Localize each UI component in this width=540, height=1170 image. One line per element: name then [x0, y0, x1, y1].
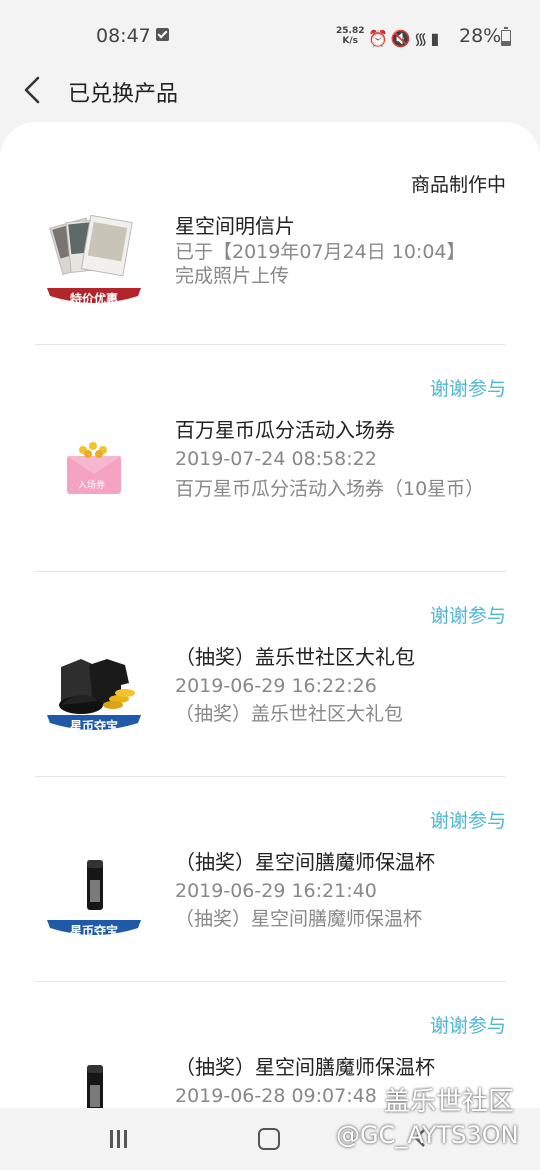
item-title: （抽奖）盖乐世社区大礼包 [175, 645, 415, 669]
item-date: 2019-07-24 08:58:22 [175, 448, 377, 470]
network-speed: 25.82 K/s [336, 26, 365, 46]
item-title: 百万星币瓜分活动入场券 [175, 418, 395, 442]
item-title: 星空间明信片 [175, 214, 295, 238]
alarm-icon: ⏰ [368, 29, 391, 48]
item-date: 2019-06-29 16:22:26 [175, 675, 377, 697]
app-header: 已兑换产品 [0, 60, 540, 120]
item-status: 商品制作中 [410, 174, 506, 196]
item-description: 完成照片上传 [175, 265, 290, 287]
badge-label: 星币夺宝 [69, 924, 118, 938]
ticket-thumbnail: 入场券 [43, 428, 145, 530]
item-date: 已于【2019年07月24日 10:04】 [175, 241, 466, 263]
battery-icon [501, 27, 511, 46]
notification-check-icon [156, 28, 169, 41]
item-date: 2019-06-29 16:21:40 [175, 880, 377, 902]
item-description: （抽奖）盖乐世社区大礼包 [175, 703, 404, 725]
item-status: 谢谢参与 [429, 605, 506, 627]
list-item[interactable]: 商品制作中 特价优惠 星空间明信片 已于【2019年07月24日 10:04】 … [35, 122, 506, 345]
postcard-thumbnail: 特价优惠 [43, 210, 145, 312]
item-description: （抽奖）星空间膳魔师保温杯 [175, 908, 423, 930]
list-item[interactable]: 谢谢参与 入场券 百万星币瓜分活动入场券 2019-07-24 08:58:22… [35, 344, 506, 572]
status-time: 08:47 [96, 25, 151, 47]
item-title: （抽奖）星空间膳魔师保温杯 [175, 1055, 435, 1079]
list-item[interactable]: 谢谢参与 星币夺宝 （抽奖）星空间膳魔师保温杯 2019-06-29 16:21… [35, 776, 506, 982]
list-item[interactable]: 谢谢参与 星币夺宝 （抽奖）盖乐世社区大礼包 2019-06-29 16:22:… [35, 571, 506, 777]
back-button[interactable] [18, 72, 50, 108]
item-title: （抽奖）星空间膳魔师保温杯 [175, 850, 435, 874]
mute-icon: 🔇 [390, 29, 414, 48]
thermos-thumbnail: 星币夺宝 [43, 848, 145, 950]
page-title: 已兑换产品 [68, 82, 179, 107]
item-status: 谢谢参与 [429, 378, 506, 400]
item-status: 谢谢参与 [429, 1015, 506, 1037]
battery-percent: 28% [459, 25, 502, 47]
status-icons: ⏰🔇᯾▮ [368, 27, 442, 49]
badge-label: 星币夺宝 [69, 719, 118, 733]
signal-icon: ▮ [430, 29, 443, 48]
item-status: 谢谢参与 [429, 810, 506, 832]
recent-apps-button[interactable] [108, 1130, 130, 1148]
watermark-title: 盖乐世社区 [384, 1087, 515, 1117]
chevron-left-icon [24, 76, 40, 104]
ticket-label: 入场券 [78, 481, 106, 491]
home-button[interactable] [258, 1128, 280, 1150]
thermos-thumbnail [43, 1061, 145, 1108]
badge-label: 特价优惠 [69, 292, 118, 306]
gift-pack-thumbnail: 星币夺宝 [43, 643, 145, 745]
watermark-handle: @GC_AYTS3ON [336, 1121, 519, 1149]
item-description: 百万星币瓜分活动入场券（10星币） [175, 478, 485, 500]
redeemed-products-list: 商品制作中 特价优惠 星空间明信片 已于【2019年07月24日 10:04】 … [0, 122, 540, 1108]
wifi-icon: ᯾ [413, 29, 431, 48]
